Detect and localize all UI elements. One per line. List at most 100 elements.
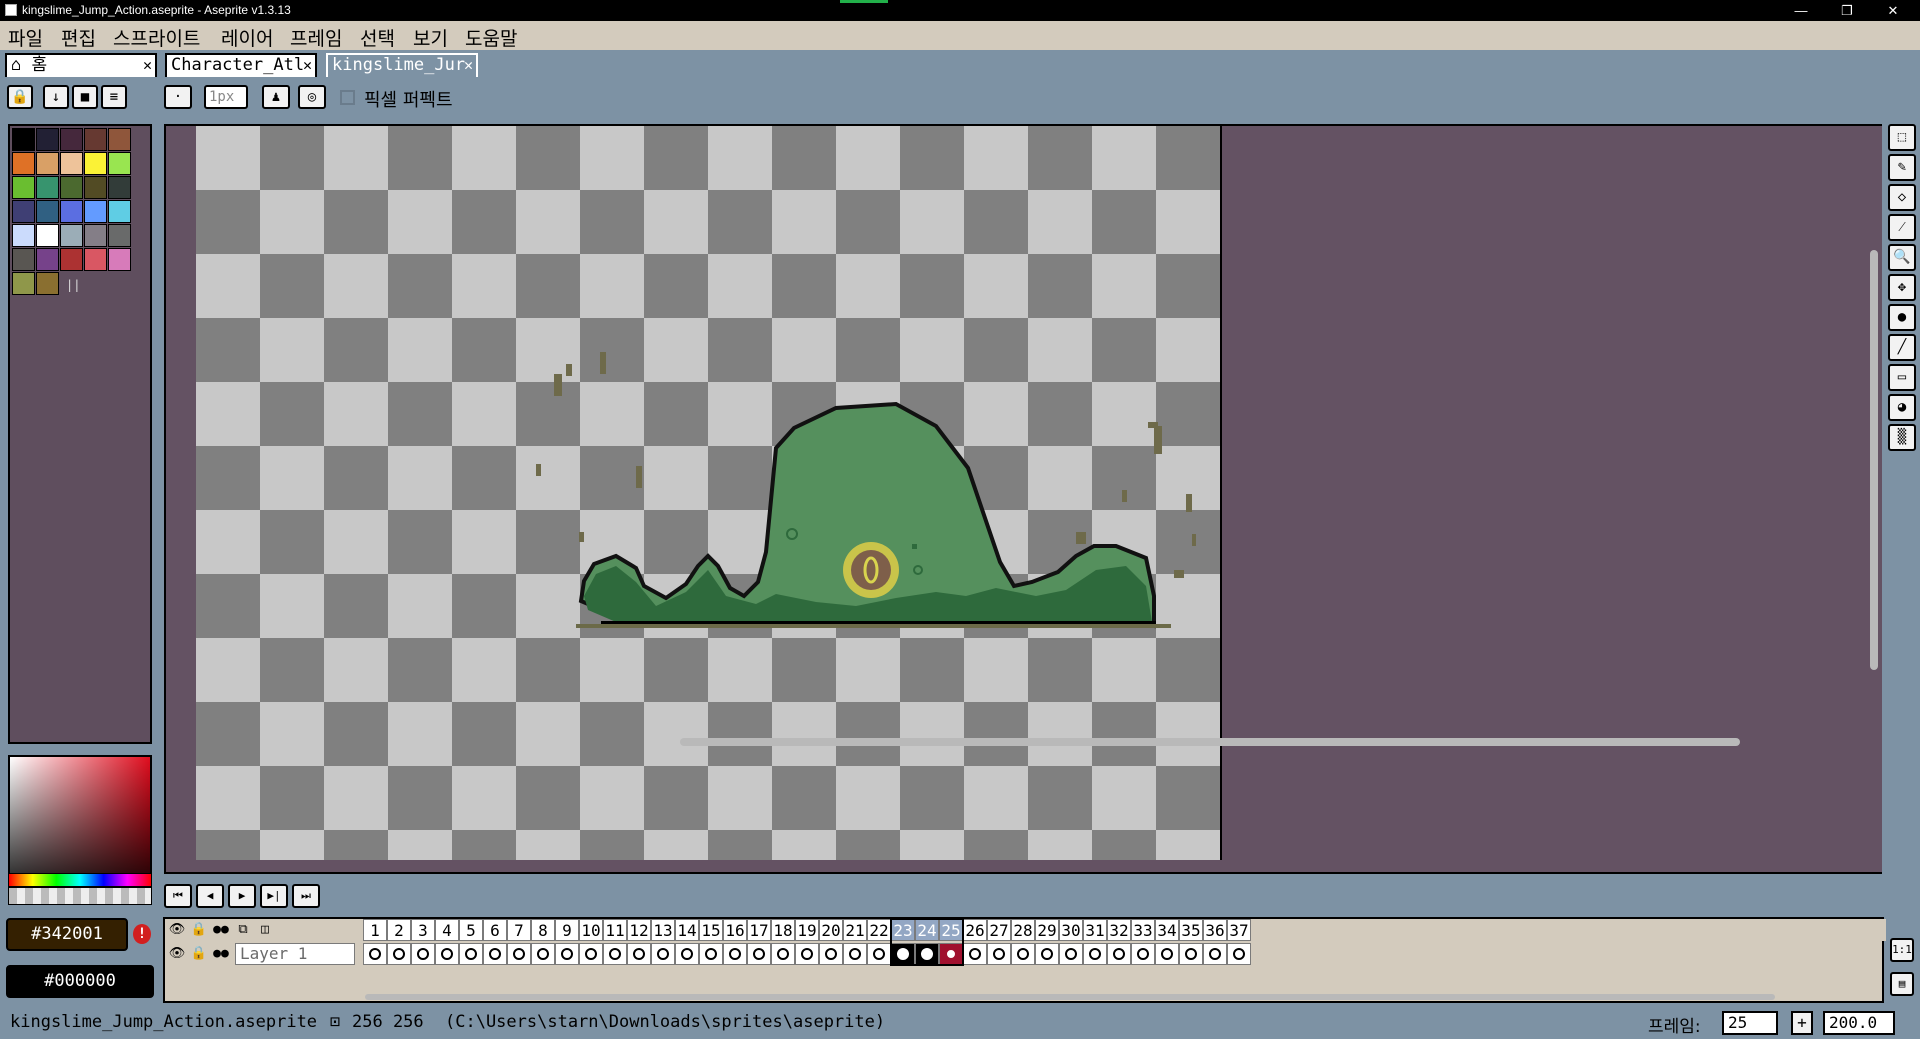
ink-icon[interactable]: ♟ (262, 85, 290, 109)
palette-swatch[interactable] (84, 248, 107, 271)
tab-home[interactable]: ⌂ 홈 ✕ (5, 53, 157, 77)
eyedropper-icon[interactable]: ⁄ (1888, 214, 1916, 241)
blur-icon[interactable]: ▒ (1888, 424, 1916, 451)
frame-cel[interactable] (963, 943, 987, 965)
frame-number[interactable]: 28 (1011, 919, 1035, 941)
frame-number[interactable]: 13 (651, 919, 675, 941)
foreground-color-button[interactable]: #342001 (6, 918, 128, 951)
frame-number[interactable]: 4 (435, 919, 459, 941)
filmstrip-icon[interactable]: ▤ (1890, 972, 1914, 996)
frame-input[interactable]: 25 (1722, 1011, 1778, 1035)
hue-slider[interactable] (8, 873, 152, 887)
palette-swatch[interactable] (12, 152, 35, 175)
frame-number[interactable]: 1 (363, 919, 387, 941)
square-icon[interactable]: ■ (72, 85, 98, 109)
layer-name[interactable]: Layer 1 (235, 943, 355, 965)
frame-cel[interactable] (723, 943, 747, 965)
frame-cel[interactable] (1203, 943, 1227, 965)
frame-number[interactable]: 12 (627, 919, 651, 941)
menu-sprite[interactable]: 스프라이트 (113, 24, 200, 51)
palette-swatch[interactable] (60, 200, 83, 223)
previous-frame-icon[interactable]: ◀ (196, 884, 224, 908)
frame-cel[interactable] (1083, 943, 1107, 965)
palette-swatch[interactable] (12, 176, 35, 199)
frame-cel[interactable] (483, 943, 507, 965)
palette-swatch[interactable] (36, 248, 59, 271)
palette-swatch[interactable] (60, 152, 83, 175)
brush-size-input[interactable]: 1px (204, 85, 248, 109)
frame-cel[interactable] (771, 943, 795, 965)
continuous-icon[interactable]: ●● (209, 919, 233, 941)
palette-resize-handle[interactable]: || (66, 278, 80, 292)
frame-number[interactable]: 31 (1083, 919, 1107, 941)
frame-number[interactable]: 32 (1107, 919, 1131, 941)
timeline-scrollbar[interactable] (365, 994, 1775, 1000)
frame-number[interactable]: 11 (603, 919, 627, 941)
palette-swatch[interactable] (36, 128, 59, 151)
frame-number[interactable]: 3 (411, 919, 435, 941)
add-frame-button[interactable]: + (1791, 1011, 1813, 1035)
frame-number[interactable]: 8 (531, 919, 555, 941)
frame-cel[interactable] (747, 943, 771, 965)
palette-swatch[interactable] (60, 224, 83, 247)
frame-cel[interactable] (1227, 943, 1251, 965)
frame-number[interactable]: 30 (1059, 919, 1083, 941)
frame-number[interactable]: 23 (891, 919, 915, 941)
frame-number[interactable]: 19 (795, 919, 819, 941)
frame-cel[interactable] (555, 943, 579, 965)
palette-swatch[interactable] (84, 128, 107, 151)
rectangle-icon[interactable]: ▭ (1888, 364, 1916, 391)
frame-cel[interactable] (411, 943, 435, 965)
sprite-canvas[interactable] (196, 126, 1222, 860)
frame-cel[interactable] (1107, 943, 1131, 965)
palette-swatch[interactable] (12, 224, 35, 247)
layer-eye-icon[interactable]: 👁 (165, 943, 189, 965)
eraser-icon[interactable]: ◇ (1888, 184, 1916, 211)
line-icon[interactable]: ╱ (1888, 334, 1916, 361)
palette-swatch[interactable] (36, 224, 59, 247)
marquee-icon[interactable]: ⬚ (1888, 124, 1916, 151)
palette-swatch[interactable] (108, 176, 131, 199)
background-color-button[interactable]: #000000 (6, 965, 154, 998)
frame-cel[interactable] (891, 943, 915, 965)
frame-number[interactable]: 21 (843, 919, 867, 941)
frame-cel[interactable] (363, 943, 387, 965)
pixel-perfect-checkbox[interactable] (340, 90, 355, 105)
frame-number[interactable]: 35 (1179, 919, 1203, 941)
frame-number[interactable]: 2 (387, 919, 411, 941)
contour-icon[interactable]: ◕ (1888, 394, 1916, 421)
onion-skin-icon[interactable]: ⧉ (231, 919, 255, 941)
palette-swatch[interactable] (60, 248, 83, 271)
frame-number[interactable]: 16 (723, 919, 747, 941)
palette-swatch[interactable] (36, 272, 59, 295)
spray-icon[interactable]: ◎ (298, 85, 326, 109)
frame-cel[interactable] (1155, 943, 1179, 965)
frame-cel[interactable] (843, 943, 867, 965)
frame-cel[interactable] (507, 943, 531, 965)
editor-vertical-scrollbar[interactable] (1870, 250, 1878, 670)
download-arrow-icon[interactable]: ↓ (43, 85, 69, 109)
bucket-icon[interactable]: ● (1888, 304, 1916, 331)
frame-cel[interactable] (987, 943, 1011, 965)
frame-number[interactable]: 20 (819, 919, 843, 941)
frame-number[interactable]: 34 (1155, 919, 1179, 941)
frame-number[interactable]: 5 (459, 919, 483, 941)
close-window-button[interactable]: ✕ (1870, 0, 1916, 21)
frame-cel[interactable] (459, 943, 483, 965)
lock-icon[interactable]: 🔒 (187, 919, 211, 941)
frame-number[interactable]: 10 (579, 919, 603, 941)
frame-number[interactable]: 18 (771, 919, 795, 941)
alpha-slider[interactable] (8, 887, 152, 905)
palette-swatch[interactable] (36, 200, 59, 223)
palette-swatch[interactable] (84, 176, 107, 199)
pencil-icon[interactable]: ✎ (1888, 154, 1916, 181)
frame-number[interactable]: 25 (939, 919, 963, 941)
last-frame-icon[interactable]: ⏭ (292, 884, 320, 908)
palette-swatch[interactable] (12, 248, 35, 271)
frame-number[interactable]: 15 (699, 919, 723, 941)
sprite-editor[interactable] (164, 124, 1882, 874)
frame-cel[interactable] (1131, 943, 1155, 965)
frame-cel[interactable] (699, 943, 723, 965)
frame-number[interactable]: 22 (867, 919, 891, 941)
palette-swatch[interactable] (60, 128, 83, 151)
